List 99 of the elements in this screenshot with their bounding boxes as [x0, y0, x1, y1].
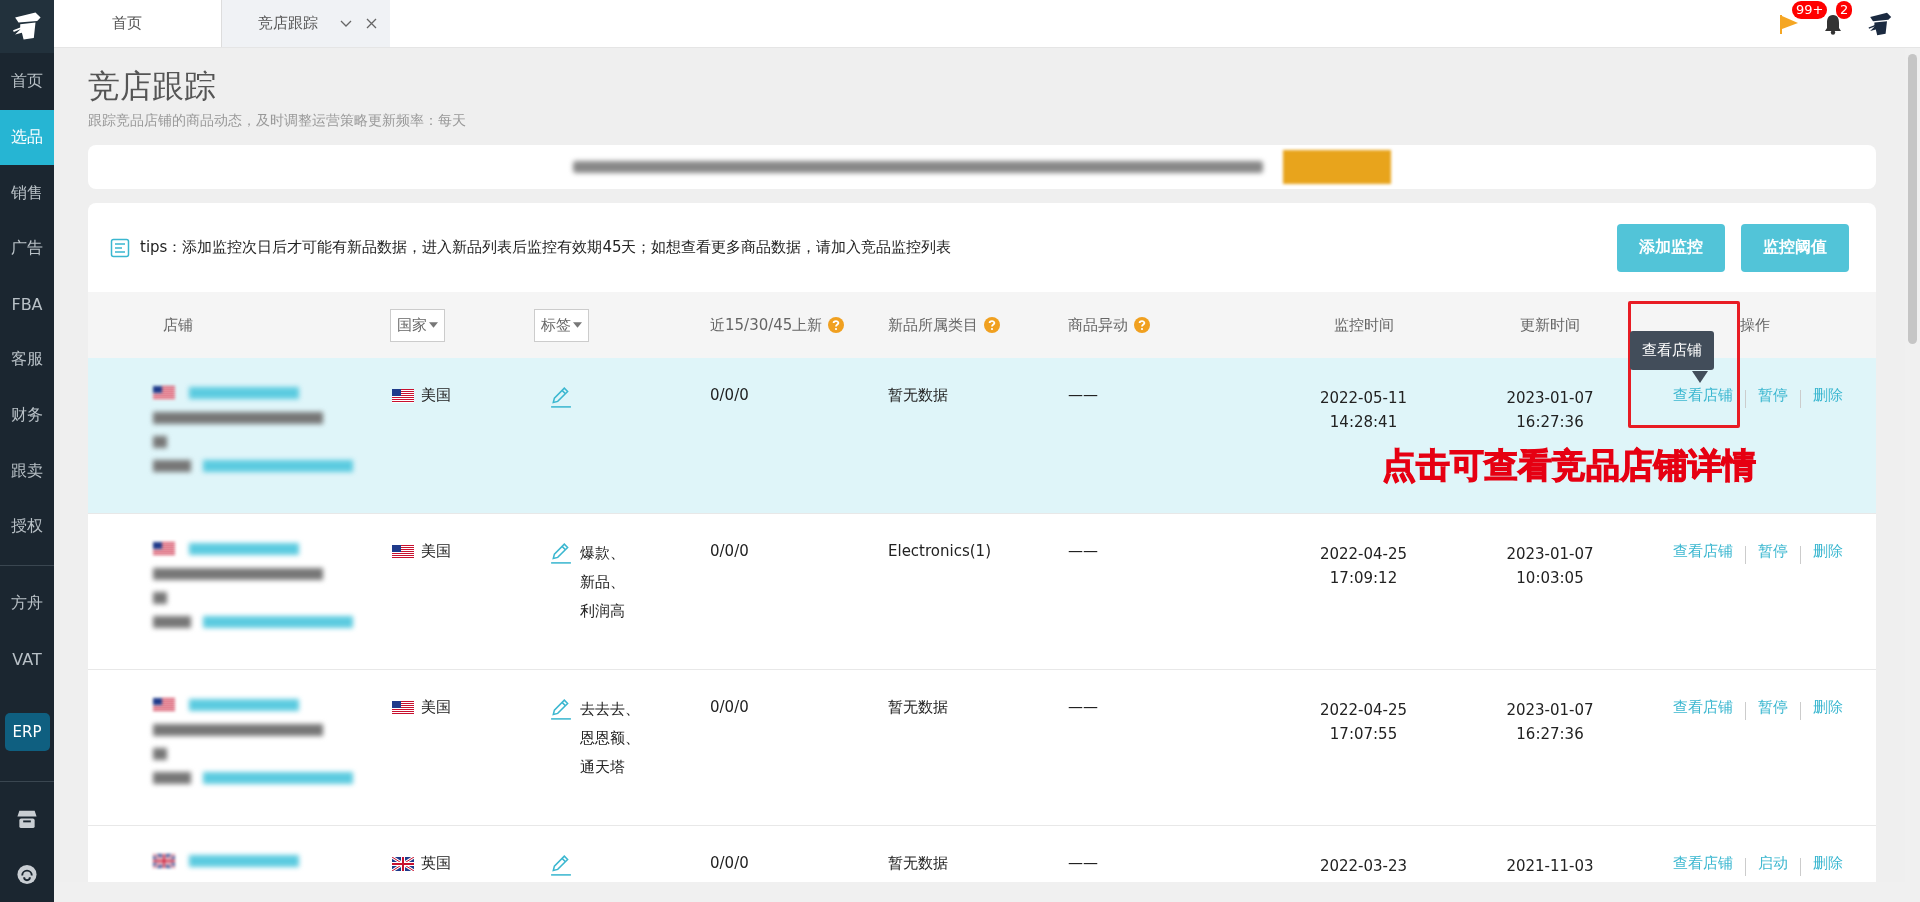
blurred-rating-text — [153, 592, 167, 604]
edit-icon[interactable] — [550, 854, 572, 876]
scrollbar-thumb[interactable] — [1908, 54, 1917, 344]
country-text: 英国 — [421, 854, 451, 873]
monitor-time-text: 17:07:55 — [1328, 724, 1399, 745]
blurred-id-label — [153, 772, 191, 784]
update-time-text: 2023-01-07 — [1505, 700, 1595, 721]
sidebar-item[interactable]: 方舟 — [0, 575, 54, 632]
new-count-text: 0/0/0 — [710, 542, 749, 560]
us-flag-icon — [153, 542, 175, 556]
sidebar-item[interactable]: 财务 — [0, 387, 54, 444]
close-icon[interactable] — [366, 18, 377, 29]
table-row[interactable]: 美国 爆款、 新品、 利润高 0/0/0 Electronics(1) —— 2022-04-25 17:09:12 2023-01-07 10:03:05 查看店铺 暂停 删除 — [88, 514, 1876, 670]
help-icon[interactable] — [1134, 317, 1150, 333]
blurred-id-label — [153, 616, 191, 628]
sidebar-item[interactable]: FBA — [0, 276, 54, 333]
column-header: 商品异动 — [1068, 315, 1128, 335]
us-flag-icon — [392, 544, 414, 559]
column-header: 新品所属类目 — [888, 315, 978, 335]
edit-icon[interactable] — [550, 386, 572, 408]
column-header: 操作 — [1739, 315, 1770, 335]
change-text: —— — [1068, 854, 1098, 872]
column-header: 近15/30/45上新 — [710, 315, 823, 335]
blurred-id-label — [153, 460, 191, 472]
filter-dropdown[interactable]: 标签 — [534, 308, 589, 342]
update-time-text: 2021-11-03 — [1505, 856, 1595, 877]
country-text: 美国 — [421, 542, 451, 561]
us-flag-icon — [153, 386, 175, 400]
update-time-text: 16:27:36 — [1515, 412, 1585, 433]
monitor-time-text: 2022-03-23 — [1318, 856, 1409, 877]
note-icon — [110, 237, 130, 258]
update-time-text: 10:03:05 — [1515, 568, 1585, 589]
blurred-rating-text — [153, 748, 167, 760]
page-subtitle: 跟踪竞品店铺的商品动态，及时调整运营策略更新频率：每天 — [88, 112, 467, 130]
edit-icon[interactable] — [550, 542, 572, 564]
tag-text: 去去去、 — [580, 700, 640, 719]
category-text: 暂无数据 — [888, 386, 948, 404]
tag-text: 利润高 — [580, 602, 625, 621]
tab[interactable]: 竞店跟踪 — [222, 0, 390, 47]
monitor-time-text: 14:28:41 — [1328, 412, 1399, 433]
tag-text: 爆款、 — [580, 544, 625, 563]
help-icon[interactable] — [828, 317, 845, 333]
category-text: 暂无数据 — [888, 854, 948, 872]
monitor-time-text: 2022-05-11 — [1318, 388, 1409, 409]
sidebar-item[interactable]: 广告 — [0, 220, 54, 277]
column-header: 更新时间 — [1520, 315, 1580, 335]
sidebar-item[interactable]: 首页 — [0, 54, 54, 110]
category-text: Electronics(1) — [888, 542, 991, 560]
support-icon[interactable] — [14, 863, 40, 886]
change-text: —— — [1068, 386, 1098, 404]
notification-badge: 2 — [1836, 0, 1853, 19]
flag-icon[interactable] — [1778, 12, 1800, 35]
blurred-upgrade-button[interactable] — [1283, 150, 1391, 184]
tooltip-arrow — [1692, 371, 1708, 383]
monitor-time-text: 2022-04-25 — [1318, 544, 1409, 565]
change-text: —— — [1068, 542, 1098, 560]
new-count-text: 0/0/0 — [710, 854, 749, 872]
column-header: 监控时间 — [1333, 315, 1394, 335]
caret-icon — [573, 322, 582, 328]
uk-flag-icon — [153, 854, 175, 868]
new-count-text: 0/0/0 — [710, 698, 749, 716]
category-text: 暂无数据 — [888, 698, 948, 716]
us-flag-icon — [392, 388, 414, 403]
notification-badge: 99+ — [1792, 0, 1828, 19]
us-flag-icon — [153, 698, 175, 712]
sidebar-item[interactable]: 跟卖 — [0, 443, 54, 499]
erp-button[interactable]: ERP — [4, 712, 50, 752]
page-title: 竞店跟踪 — [88, 66, 217, 106]
tag-text: 通天塔 — [580, 758, 626, 777]
sidebar-item[interactable]: 客服 — [0, 332, 54, 388]
change-text: —— — [1068, 698, 1098, 716]
bell-icon[interactable] — [1822, 12, 1844, 35]
callout-text: 点击可查看竞品店铺详情 — [1382, 444, 1756, 487]
sidebar-item[interactable]: 销售 — [0, 165, 54, 221]
monitor-time-text: 2022-04-25 — [1318, 700, 1409, 721]
tooltip: 查看店铺 — [1630, 331, 1714, 370]
us-flag-icon — [392, 700, 414, 715]
tag-text: 新品、 — [580, 573, 625, 592]
filter-dropdown[interactable]: 国家 — [390, 308, 445, 342]
new-count-text: 0/0/0 — [710, 386, 749, 404]
caret-icon — [429, 322, 438, 328]
update-time-text: 16:27:36 — [1515, 724, 1585, 745]
column-header: 店铺 — [163, 315, 193, 335]
update-time-text: 2023-01-07 — [1505, 388, 1595, 409]
tips-text: tips：添加监控次日后才可能有新品数据，进入新品列表后监控有效期45天；如想查看更多商品数据，请加入竞品监控列表 — [140, 238, 953, 257]
blurred-rating-text — [153, 436, 167, 448]
sidebar-item[interactable]: 授权 — [0, 499, 54, 555]
update-time-text: 2023-01-07 — [1505, 544, 1595, 565]
monitor-time-text: 17:09:12 — [1328, 568, 1399, 589]
help-icon[interactable] — [984, 317, 1000, 333]
uk-flag-icon — [392, 856, 414, 871]
store-icon[interactable] — [14, 808, 40, 831]
country-text: 美国 — [421, 698, 451, 717]
country-text: 美国 — [421, 386, 451, 405]
tag-text: 恩恩额、 — [580, 729, 640, 748]
table-row[interactable]: 美国 去去去、 恩恩额、 通天塔 0/0/0 暂无数据 —— 2022-04-25 17:07:55 2023-01-07 16:27:36 查看店铺 暂停 删除 — [88, 670, 1876, 826]
chevron-icon[interactable] — [340, 19, 352, 28]
sidebar-item[interactable]: VAT — [0, 631, 54, 687]
edit-icon[interactable] — [550, 698, 572, 720]
